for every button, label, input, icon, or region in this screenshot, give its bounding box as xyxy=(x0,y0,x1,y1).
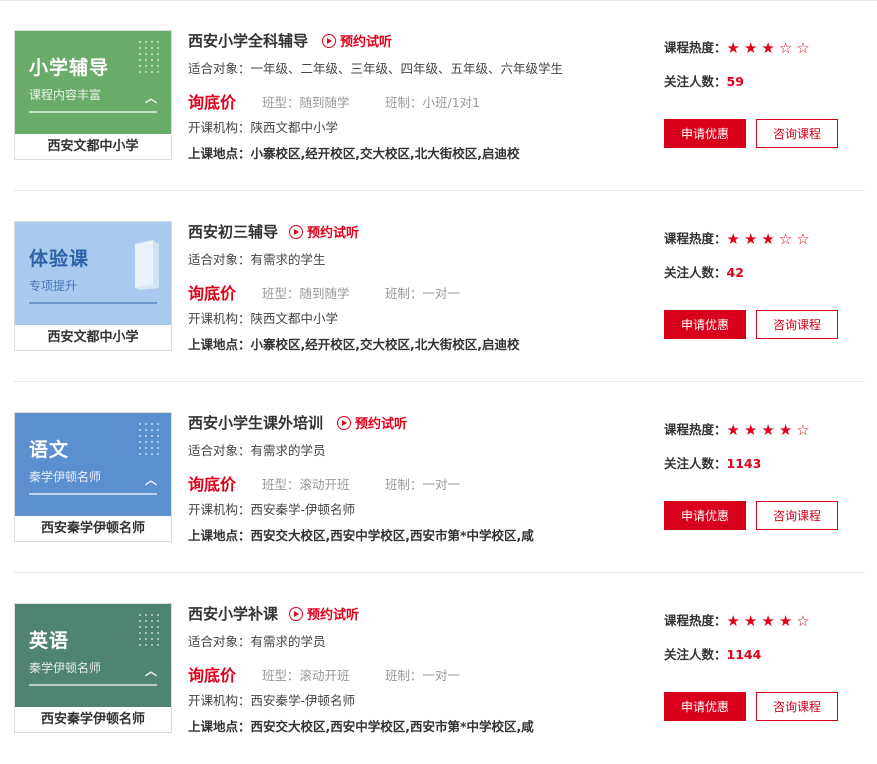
chevron-up-icon: ︿ xyxy=(144,91,157,105)
apply-discount-button[interactable]: 申请优惠 xyxy=(664,310,746,339)
course-card: 体验课 专项提升 西安文都中小学 西安初三辅导 预约试听 适合对象：有需求的学生… xyxy=(14,191,865,382)
thumbnail-title: 小学辅导 xyxy=(29,57,110,79)
star-rating-icon: ★★★☆☆ xyxy=(726,39,814,57)
trial-link[interactable]: 预约试听 xyxy=(289,604,359,623)
trial-link[interactable]: 预约试听 xyxy=(322,31,392,50)
course-title[interactable]: 西安初三辅导 xyxy=(188,221,278,242)
thumbnail-underline xyxy=(29,111,157,113)
thumbnail-subtitle: 课程内容丰富 xyxy=(29,88,102,102)
follower-count: 关注人数：42 xyxy=(664,265,744,280)
course-thumbnail[interactable]: 小学辅导 课程内容丰富 ︿ 西安文都中小学 xyxy=(14,30,172,160)
book-icon xyxy=(135,240,159,290)
play-circle-icon xyxy=(289,225,303,239)
course-target: 适合对象：有需求的学员 xyxy=(188,634,326,649)
course-location: 上课地点：小寨校区,经开校区,交大校区,北大街校区,启迪校 xyxy=(188,146,520,161)
course-target: 适合对象：有需求的学生 xyxy=(188,252,326,267)
star-rating-icon: ★★★★☆ xyxy=(726,612,814,630)
ask-price-label[interactable]: 询底价 xyxy=(188,280,236,304)
dots-pattern-icon xyxy=(137,39,163,73)
follower-count: 关注人数：1143 xyxy=(664,456,762,471)
thumbnail-underline xyxy=(29,684,157,686)
class-size: 班制：一对一 xyxy=(385,286,461,301)
class-type: 班型：随到随学 xyxy=(262,286,350,301)
course-card: 英语 秦学伊顿名师 ︿ 西安秦学伊顿名师 西安小学补课 预约试听 适合对象：有需… xyxy=(14,573,865,764)
class-size: 班制：小班/1对1 xyxy=(385,95,481,110)
class-size: 班制：一对一 xyxy=(385,668,461,683)
course-organization: 开课机构：西安秦学-伊顿名师 xyxy=(188,502,356,517)
class-type: 班型：滚动开班 xyxy=(262,477,350,492)
course-location: 上课地点：西安交大校区,西安中学校区,西安市第*中学校区,咸 xyxy=(188,528,534,543)
ask-price-label[interactable]: 询底价 xyxy=(188,471,236,495)
course-thumbnail[interactable]: 体验课 专项提升 西安文都中小学 xyxy=(14,221,172,351)
thumbnail-banner: 语文 秦学伊顿名师 ︿ xyxy=(15,413,171,516)
course-title[interactable]: 西安小学全科辅导 xyxy=(188,30,308,51)
ask-price-label[interactable]: 询底价 xyxy=(188,89,236,113)
follower-count: 关注人数：59 xyxy=(664,74,744,89)
dots-pattern-icon xyxy=(137,421,163,455)
play-circle-icon xyxy=(289,607,303,621)
chevron-up-icon: ︿ xyxy=(144,664,157,678)
star-rating-icon: ★★★★☆ xyxy=(726,421,814,439)
course-card: 小学辅导 课程内容丰富 ︿ 西安文都中小学 西安小学全科辅导 预约试听 适合对象… xyxy=(14,0,865,191)
consult-course-button[interactable]: 咨询课程 xyxy=(756,119,838,148)
trial-link[interactable]: 预约试听 xyxy=(289,222,359,241)
thumbnail-title: 体验课 xyxy=(29,248,90,270)
thumbnail-caption: 西安秦学伊顿名师 xyxy=(40,712,145,727)
thumbnail-title: 语文 xyxy=(29,439,70,461)
course-title[interactable]: 西安小学补课 xyxy=(188,603,278,624)
thumbnail-banner: 体验课 专项提升 xyxy=(15,222,171,325)
course-heat: 课程热度：★★★☆☆ xyxy=(664,39,814,57)
thumbnail-underline xyxy=(29,302,157,304)
thumbnail-caption: 西安文都中小学 xyxy=(47,330,139,345)
class-type: 班型：随到随学 xyxy=(262,95,350,110)
thumbnail-caption: 西安秦学伊顿名师 xyxy=(40,521,145,536)
thumbnail-subtitle: 秦学伊顿名师 xyxy=(29,470,102,484)
thumbnail-banner: 英语 秦学伊顿名师 ︿ xyxy=(15,604,171,707)
class-type: 班型：滚动开班 xyxy=(262,668,350,683)
star-rating-icon: ★★★☆☆ xyxy=(726,230,814,248)
course-heat: 课程热度：★★★★☆ xyxy=(664,421,814,439)
course-heat: 课程热度：★★★☆☆ xyxy=(664,230,814,248)
thumbnail-title: 英语 xyxy=(29,630,70,652)
chevron-up-icon: ︿ xyxy=(144,473,157,487)
trial-label: 预约试听 xyxy=(340,35,393,50)
thumbnail-subtitle: 秦学伊顿名师 xyxy=(29,661,102,675)
course-location: 上课地点：小寨校区,经开校区,交大校区,北大街校区,启迪校 xyxy=(188,337,520,352)
course-location: 上课地点：西安交大校区,西安中学校区,西安市第*中学校区,咸 xyxy=(188,719,534,734)
thumbnail-underline xyxy=(29,493,157,495)
play-circle-icon xyxy=(322,34,336,48)
play-circle-icon xyxy=(337,416,351,430)
trial-link[interactable]: 预约试听 xyxy=(337,413,407,432)
consult-course-button[interactable]: 咨询课程 xyxy=(756,692,838,721)
course-thumbnail[interactable]: 英语 秦学伊顿名师 ︿ 西安秦学伊顿名师 xyxy=(14,603,172,733)
trial-label: 预约试听 xyxy=(307,226,360,241)
thumbnail-caption: 西安文都中小学 xyxy=(47,139,139,154)
course-organization: 开课机构：陕西文都中小学 xyxy=(188,311,339,326)
course-title[interactable]: 西安小学生课外培训 xyxy=(188,412,323,433)
course-organization: 开课机构：西安秦学-伊顿名师 xyxy=(188,693,356,708)
dots-pattern-icon xyxy=(137,612,163,646)
ask-price-label[interactable]: 询底价 xyxy=(188,662,236,686)
course-target: 适合对象：有需求的学员 xyxy=(188,443,326,458)
thumbnail-banner: 小学辅导 课程内容丰富 ︿ xyxy=(15,31,171,134)
course-heat: 课程热度：★★★★☆ xyxy=(664,612,814,630)
course-target: 适合对象：一年级、二年级、三年级、四年级、五年级、六年级学生 xyxy=(188,61,564,76)
course-organization: 开课机构：陕西文都中小学 xyxy=(188,120,339,135)
consult-course-button[interactable]: 咨询课程 xyxy=(756,501,838,530)
course-card: 语文 秦学伊顿名师 ︿ 西安秦学伊顿名师 西安小学生课外培训 预约试听 适合对象… xyxy=(14,382,865,573)
class-size: 班制：一对一 xyxy=(385,477,461,492)
apply-discount-button[interactable]: 申请优惠 xyxy=(664,501,746,530)
consult-course-button[interactable]: 咨询课程 xyxy=(756,310,838,339)
apply-discount-button[interactable]: 申请优惠 xyxy=(664,119,746,148)
trial-label: 预约试听 xyxy=(355,417,408,432)
follower-count: 关注人数：1144 xyxy=(664,647,762,662)
apply-discount-button[interactable]: 申请优惠 xyxy=(664,692,746,721)
course-thumbnail[interactable]: 语文 秦学伊顿名师 ︿ 西安秦学伊顿名师 xyxy=(14,412,172,542)
thumbnail-subtitle: 专项提升 xyxy=(29,279,78,293)
trial-label: 预约试听 xyxy=(307,608,360,623)
